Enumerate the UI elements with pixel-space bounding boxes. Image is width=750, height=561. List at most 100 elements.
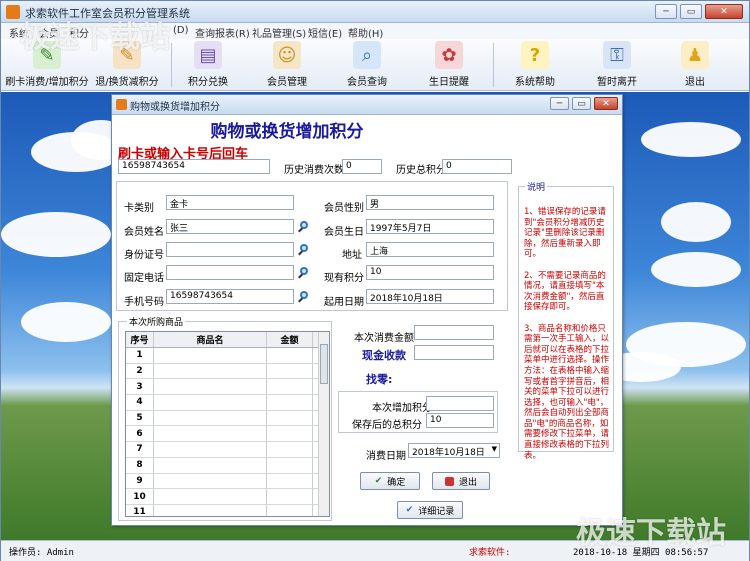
column-header-goods: 商品名 (154, 332, 267, 347)
row-amount-cell[interactable] (267, 504, 313, 516)
table-row[interactable]: 6 (126, 426, 329, 443)
row-amount-cell[interactable] (267, 457, 313, 473)
row-goods-cell[interactable] (154, 504, 267, 516)
ok-button[interactable]: ✔ 确定 (360, 472, 420, 490)
table-row[interactable]: 9 (126, 473, 329, 490)
table-row[interactable]: 1 (126, 348, 329, 364)
birthday-icon: ✿ (435, 41, 463, 69)
row-goods-cell[interactable] (154, 457, 267, 473)
table-scrollbar[interactable] (318, 332, 329, 516)
menu-reports[interactable]: 查询报表(R) (195, 25, 250, 40)
row-goods-cell[interactable] (154, 363, 267, 379)
table-row[interactable]: 5 (126, 410, 329, 427)
toolbar-points-exchange[interactable]: ▤ 积分兑换 (184, 41, 232, 89)
menu-gifts[interactable]: 礼品管理(S) (252, 25, 306, 40)
current-points-field[interactable]: 10 (366, 265, 494, 280)
birthday-field[interactable]: 1997年5月7日 (366, 219, 494, 234)
row-amount-cell[interactable] (267, 363, 313, 379)
gender-label: 会员性别 (324, 203, 364, 214)
row-amount-cell[interactable] (267, 379, 313, 395)
cash-label: 现金收款 (362, 349, 406, 362)
row-goods-cell[interactable] (154, 379, 267, 395)
member-name-search-icon[interactable] (298, 221, 310, 233)
table-row[interactable]: 10 (126, 489, 329, 505)
row-amount-cell[interactable] (267, 489, 313, 504)
history-points-field[interactable]: 0 (442, 159, 512, 174)
table-row[interactable]: 8 (126, 457, 329, 474)
maximize-button[interactable]: ▭ (680, 4, 702, 19)
phone-field[interactable] (166, 265, 294, 280)
row-amount-cell[interactable] (267, 395, 313, 410)
dialog-maximize-button[interactable]: ▭ (572, 97, 591, 110)
address-label: 地址 (342, 250, 362, 261)
table-row[interactable]: 11 (126, 504, 329, 516)
minimize-button[interactable]: ─ (655, 4, 677, 19)
add-points-label: 本次增加积分 (372, 403, 432, 414)
detail-records-button[interactable]: ✔ 详细记录 (397, 501, 463, 519)
row-goods-cell[interactable] (154, 489, 267, 504)
row-goods-cell[interactable] (154, 395, 267, 410)
row-amount-cell[interactable] (267, 410, 313, 426)
row-amount-cell[interactable] (267, 442, 313, 457)
gender-field[interactable]: 男 (366, 195, 494, 210)
row-goods-cell[interactable] (154, 473, 267, 489)
close-button[interactable]: ✕ (705, 4, 743, 19)
goods-table[interactable]: 序号 商品名 金额 1 2 3 4 5 6 7 8 9 10 11 12 (125, 331, 330, 517)
total-after-field[interactable]: 10 (426, 413, 494, 428)
id-number-field[interactable] (166, 242, 294, 257)
row-amount-cell[interactable] (267, 426, 313, 442)
row-index: 9 (126, 473, 154, 489)
exit-person-icon: ♟ (681, 41, 709, 69)
cash-input[interactable] (414, 345, 494, 360)
row-amount-cell[interactable] (267, 348, 313, 363)
address-field[interactable]: 上海 (366, 242, 494, 257)
row-goods-cell[interactable] (154, 442, 267, 457)
row-goods-cell[interactable] (154, 348, 267, 363)
row-index: 10 (126, 489, 154, 504)
toolbar-member-manage[interactable]: ☺ 会员管理 (263, 41, 311, 89)
check-icon: ✔ (374, 476, 383, 486)
dialog-icon (116, 99, 127, 110)
member-name-field[interactable]: 张三 (166, 219, 294, 234)
card-type-field[interactable]: 金卡 (166, 195, 294, 210)
notes-body: 1、错误保存的记录请到"会员积分增减历史记录"里删除该记录删除，然后重新录入即可… (524, 207, 610, 461)
dialog-minimize-button[interactable]: ─ (550, 97, 569, 110)
scrollbar-thumb[interactable] (320, 344, 328, 384)
table-row[interactable]: 7 (126, 442, 329, 458)
table-row[interactable]: 4 (126, 395, 329, 411)
status-company: 求索软件: (469, 548, 511, 558)
column-header-index: 序号 (126, 332, 154, 347)
dialog-close-button[interactable]: ✕ (594, 97, 618, 110)
row-index: 5 (126, 410, 154, 426)
toolbar-birthday-remind[interactable]: ✿ 生日提醒 (425, 41, 473, 89)
menu-d[interactable]: (D) (173, 25, 189, 36)
start-date-field[interactable]: 2018年10月18日 (366, 289, 494, 304)
phone-search-icon[interactable] (298, 267, 310, 279)
toolbar-help[interactable]: ? 系统帮助 (511, 41, 559, 89)
dialog-heading: 购物或换货增加积分 (210, 122, 364, 142)
mobile-label: 手机号码 (124, 297, 164, 308)
card-number-input[interactable]: 16598743654 (118, 159, 270, 174)
notes-panel: 说明 1、错误保存的记录请到"会员积分增减历史记录"里删除该记录删除，然后重新录… (518, 180, 614, 461)
table-row[interactable]: 2 (126, 363, 329, 380)
toolbar-member-search[interactable]: ⌕ 会员查询 (343, 41, 391, 89)
history-count-label: 历史消费次数 (284, 165, 344, 176)
current-points-label: 现有积分 (324, 273, 364, 284)
history-count-field[interactable]: 0 (342, 159, 382, 174)
amount-input[interactable] (414, 325, 494, 340)
toolbar-lock[interactable]: ⚿ 暂时离开 (593, 41, 641, 89)
row-goods-cell[interactable] (154, 426, 267, 442)
mobile-search-icon[interactable] (298, 291, 310, 303)
menu-sms[interactable]: 短信(E) (308, 25, 342, 40)
row-amount-cell[interactable] (267, 473, 313, 489)
mobile-field[interactable]: 16598743654 (166, 289, 294, 304)
add-points-field[interactable] (426, 396, 494, 411)
id-number-search-icon[interactable] (298, 244, 310, 256)
total-after-label: 保存后的总积分 (352, 420, 422, 431)
row-goods-cell[interactable] (154, 410, 267, 426)
toolbar-exit[interactable]: ♟ 退出 (671, 41, 719, 89)
date-picker[interactable]: 2018年10月18日 ▼ (408, 443, 500, 458)
cancel-button[interactable]: 退出 (432, 472, 490, 490)
table-row[interactable]: 3 (126, 379, 329, 396)
menu-help[interactable]: 帮助(H) (348, 25, 383, 40)
